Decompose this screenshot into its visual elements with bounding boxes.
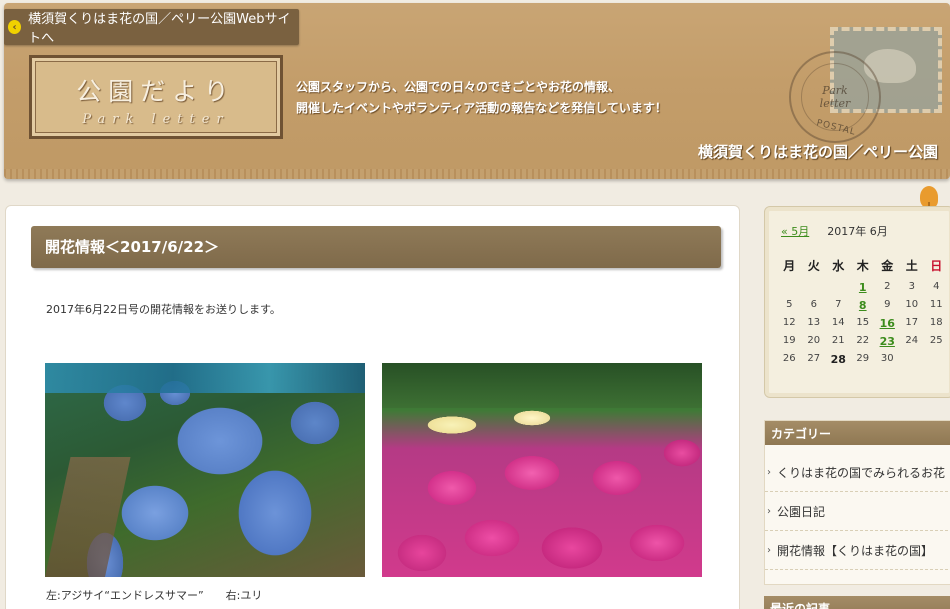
- calendar-day: 4: [933, 281, 940, 292]
- category-item-flowers[interactable]: › くりはま花の国でみられるお花: [765, 453, 950, 492]
- calendar-day-link[interactable]: 16: [875, 317, 900, 330]
- calendar-day: 17: [905, 317, 919, 328]
- category-widget: カテゴリー › くりはま花の国でみられるお花 › 公園日記 › 開花情報【くりは…: [764, 420, 950, 585]
- tagline-line-1: 公園スタッフから、公園での日々のできごとやお花の情報、: [296, 80, 621, 94]
- calendar-weekday: 土: [905, 259, 918, 273]
- calendar-day: [777, 281, 802, 294]
- calendar-grid: 月火水木金土日 1 2 3 4 5 6 7 8 9 10 11 12 13 14 15 16 17 18 19 20 21…: [777, 257, 950, 366]
- calendar-day: 3: [908, 281, 915, 292]
- calendar-day: 2: [884, 281, 891, 292]
- chevron-right-icon: ›: [767, 544, 771, 556]
- calendar-current-month: 2017年 6月: [827, 225, 888, 238]
- calendar-widget: « 5月 2017年 6月 月火水木金土日 1 2 3 4 5 6 7 8 9 10 11 12 13 14…: [764, 206, 950, 398]
- calendar-weekday: 水: [832, 259, 845, 273]
- calendar-day: 12: [782, 317, 796, 328]
- category-title: カテゴリー: [765, 421, 950, 445]
- calendar-day: 7: [835, 299, 842, 310]
- calendar-weekday: 月: [783, 259, 796, 273]
- chevron-right-icon: ›: [767, 466, 771, 478]
- calendar-day-link[interactable]: 1: [851, 281, 876, 294]
- calendar-day: 26: [782, 353, 796, 364]
- calendar-day: 5: [786, 299, 793, 310]
- chevron-left-icon: ‹: [8, 20, 22, 34]
- calendar-day: 24: [905, 335, 919, 346]
- calendar-day: 6: [810, 299, 817, 310]
- calendar-day: 13: [807, 317, 821, 328]
- back-link-label: 横須賀くりはま花の国／ペリー公園Webサイトへ: [28, 12, 291, 46]
- calendar-day: [802, 281, 827, 294]
- calendar-weekday: 金: [881, 259, 894, 273]
- category-item-park-diary[interactable]: › 公園日記: [765, 492, 950, 531]
- tagline-line-2: 開催したイベントやボランティア活動の報告などを発信しています！: [296, 101, 667, 115]
- category-item-bloom-info[interactable]: › 開花情報【くりはま花の国】: [765, 531, 950, 570]
- calendar-weekday: 木: [856, 259, 869, 273]
- category-label: くりはま花の国でみられるお花: [777, 465, 946, 480]
- lily-photo: [382, 363, 702, 577]
- logo-title: 公園だより: [76, 77, 236, 106]
- calendar-day: 18: [929, 317, 943, 328]
- article: 開花情報＜2017/6/22＞ 2017年6月22日号の開花情報をお送りします。…: [5, 205, 740, 609]
- calendar-day: 20: [807, 335, 821, 346]
- calendar-day: 9: [884, 299, 891, 310]
- logo-subtitle: Park letter: [82, 112, 230, 127]
- blog-logo[interactable]: 公園だより Park letter: [29, 55, 283, 139]
- calendar-weekday: 日: [930, 259, 943, 273]
- calendar-prev-month-link[interactable]: « 5月: [781, 223, 809, 239]
- category-label: 開花情報【くりはま花の国】: [777, 543, 934, 558]
- calendar-day: 10: [905, 299, 919, 310]
- category-label: 公園日記: [777, 504, 826, 519]
- calendar-day: 29: [856, 353, 870, 364]
- calendar-day: 30: [880, 353, 894, 364]
- calendar-day: [826, 281, 851, 294]
- calendar-day-link[interactable]: 23: [875, 335, 900, 348]
- calendar-day: 21: [831, 335, 845, 346]
- calendar-day: [924, 353, 949, 366]
- site-header: ‹ 横須賀くりはま花の国／ペリー公園Webサイトへ 公園だより Park let…: [4, 3, 950, 179]
- calendar-day: 11: [929, 299, 943, 310]
- calendar-day: 27: [807, 353, 821, 364]
- calendar-weekday: 火: [807, 259, 820, 273]
- photo-caption: 左:アジサイ“エンドレスサマー” 右:ユリ: [46, 589, 263, 602]
- calendar-day: 28: [830, 353, 846, 366]
- calendar-day: 15: [856, 317, 870, 328]
- calendar-header: « 5月 2017年 6月: [781, 223, 950, 239]
- calendar-day: 19: [782, 335, 796, 346]
- calendar-day: 22: [856, 335, 870, 346]
- site-tagline: 公園スタッフから、公園での日々のできごとやお花の情報、 開催したイベントやボラン…: [296, 77, 667, 119]
- calendar-day: [900, 353, 925, 366]
- post-title: 開花情報＜2017/6/22＞: [31, 226, 721, 268]
- post-intro: 2017年6月22日号の開花情報をお送りします。: [46, 303, 281, 316]
- calendar-day: 25: [929, 335, 943, 346]
- hydrangea-photo: [45, 363, 365, 577]
- recent-posts-title: 最近の記事: [764, 596, 950, 609]
- back-to-website-link[interactable]: ‹ 横須賀くりはま花の国／ペリー公園Webサイトへ: [4, 9, 299, 46]
- bird-icon: [920, 186, 938, 212]
- calendar-day-link[interactable]: 8: [851, 299, 876, 312]
- site-name[interactable]: 横須賀くりはま花の国／ペリー公園: [698, 141, 938, 162]
- chevron-right-icon: ›: [767, 505, 771, 517]
- calendar-day: 14: [831, 317, 845, 328]
